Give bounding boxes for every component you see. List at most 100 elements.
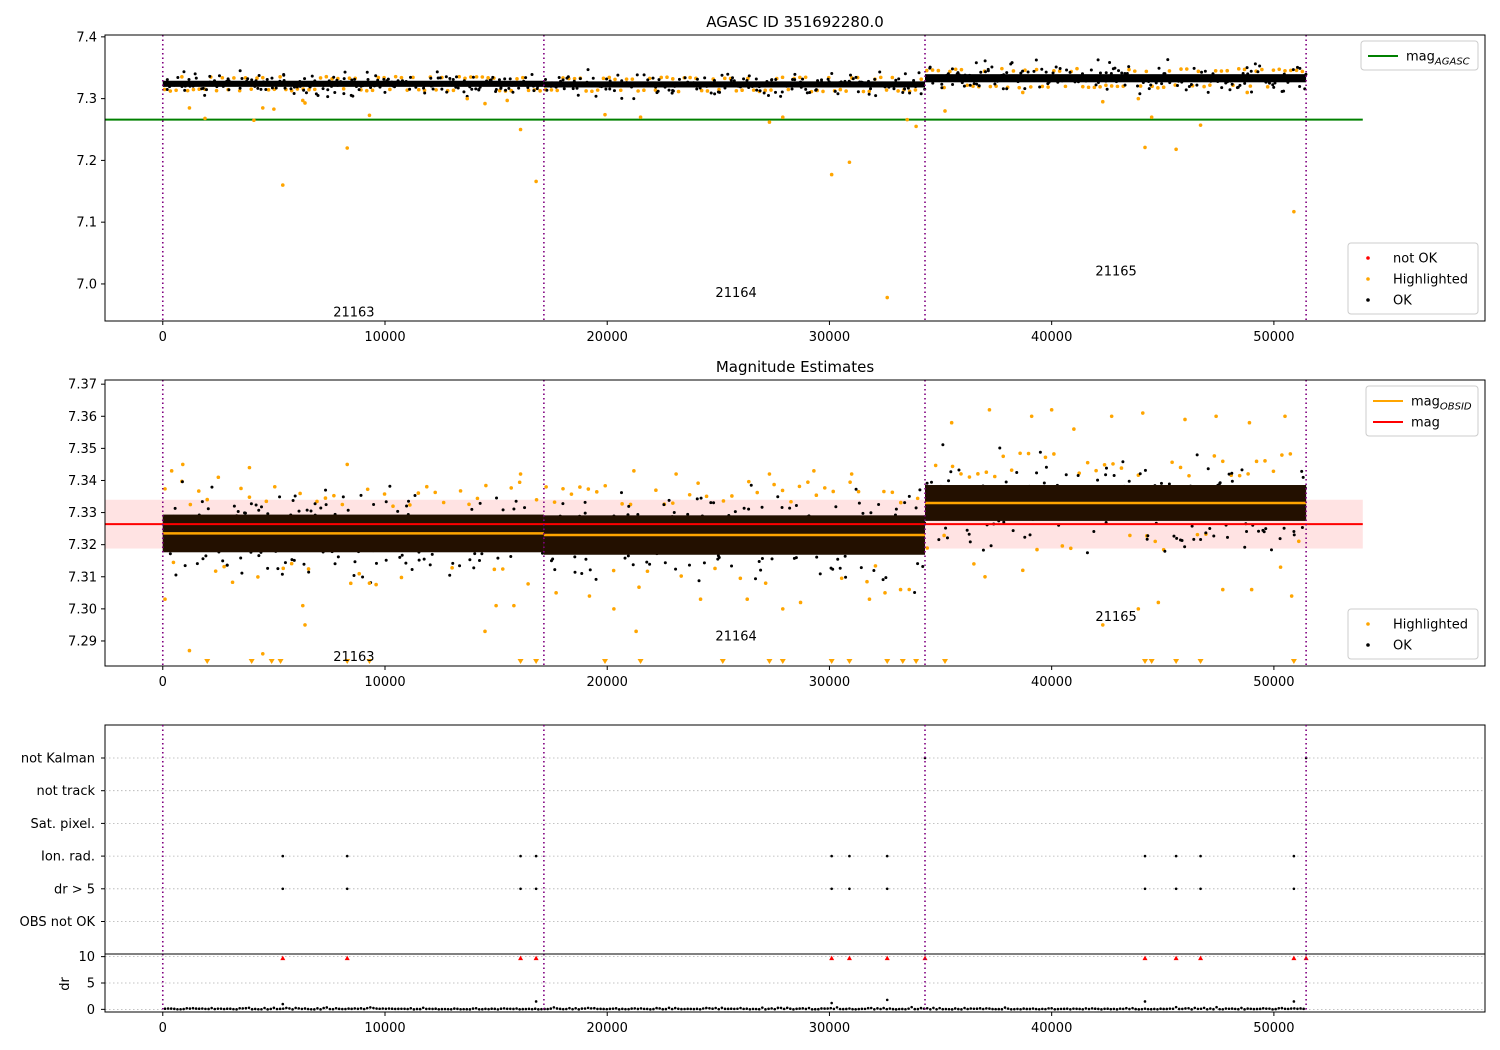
panel2-ok-point [201, 557, 205, 561]
panel2-clipped-marker [248, 659, 255, 664]
flag-row-label: not track [36, 784, 95, 799]
panel2-clipped-marker [899, 659, 906, 664]
panel2-highlighted-point [587, 594, 592, 598]
panel1-ok-point [250, 78, 254, 82]
panel1-highlighted-point [896, 89, 900, 93]
dr-point [991, 1007, 994, 1011]
panel2-highlighted-point [187, 648, 192, 653]
panel1-ok-point [861, 81, 865, 85]
panel1-ok-point [374, 74, 378, 78]
panel1-highlighted-point [416, 87, 421, 92]
panel1-ok-point [572, 79, 576, 83]
panel2-highlighted-point [289, 561, 294, 566]
dr-point [929, 1007, 932, 1011]
dr-point [334, 1006, 338, 1010]
panel2-ok-point [894, 507, 898, 511]
panel2-highlighted-point [1254, 459, 1259, 464]
panel2-ok-point [359, 493, 363, 497]
dr-point [901, 1007, 904, 1011]
panel1-ok-point [326, 95, 330, 99]
dr-point [487, 1007, 490, 1011]
panel2-highlighted-point [594, 490, 599, 494]
panel1-ok-point [1104, 79, 1108, 83]
panel1-ok-point [353, 77, 357, 81]
panel1-ok-point [404, 82, 408, 86]
panel1-ok-point [1286, 80, 1290, 84]
panel1-ok-point [485, 82, 489, 86]
dr-point [882, 1006, 885, 1010]
panel2-highlighted-point [492, 567, 497, 572]
dr-point [1112, 1007, 1116, 1011]
panel2-highlighted-point [1060, 544, 1065, 548]
panel1-ok-point [665, 81, 669, 85]
panel1-highlighted-point [1000, 66, 1004, 71]
panel2-highlighted-point [898, 500, 903, 505]
dr-point [421, 1006, 425, 1010]
dr-point [975, 1007, 979, 1011]
dr-point [1103, 1007, 1106, 1011]
dr-point [782, 1007, 786, 1011]
panel1-ok-point [249, 82, 253, 86]
dr-point [229, 1007, 232, 1011]
panel1-ok-point [1258, 64, 1262, 68]
dr-point [761, 1006, 764, 1009]
panel1-ok-point [754, 77, 758, 81]
dr-point [481, 1007, 484, 1011]
dr-point [1177, 1007, 1181, 1011]
dr-point [804, 1007, 808, 1011]
panel2-highlighted-point [1052, 452, 1056, 456]
dr-outlier-point [1292, 1000, 1296, 1003]
panel1-ok-point [1216, 79, 1220, 83]
panel1-highlighted-point [1156, 86, 1160, 90]
panel1-ok-point [470, 87, 474, 91]
panel1-ok-point [382, 77, 386, 81]
panel2-highlighted-point [1280, 453, 1284, 457]
panel1-highlighted-point [1174, 147, 1178, 152]
panel1-ok-point [508, 77, 512, 81]
panel2-highlighted-point [300, 603, 305, 608]
panel1-ok-point [1264, 80, 1268, 84]
panel1-highlighted-point [451, 88, 456, 93]
panel2-highlighted-point [1289, 594, 1294, 598]
panel2-ok-point [925, 481, 929, 485]
dr-point [1087, 1007, 1091, 1011]
panel1-ok-point [524, 76, 528, 80]
panel1-ok-point [975, 82, 979, 86]
panel1-ok-point [990, 65, 994, 69]
panel2-highlighted-point [925, 546, 930, 550]
panel2-highlighted-point [972, 562, 976, 566]
dr-point [1016, 1007, 1019, 1011]
panel1-ok-point [586, 68, 590, 72]
dr-point [630, 1007, 633, 1010]
flag-point [1143, 854, 1147, 858]
dr-point [963, 1006, 966, 1010]
panel1-ok-point [1220, 74, 1224, 78]
panel2-ok-point [1282, 526, 1286, 530]
dr-point [194, 1007, 198, 1010]
flag-point [1199, 854, 1202, 858]
panel2-ok-point [776, 495, 780, 499]
panel2-ok-point [1145, 537, 1149, 541]
panel2-ok-point [1038, 450, 1042, 454]
panel1-ok-point [193, 72, 197, 76]
dr-point [813, 1007, 817, 1011]
panel1-ok-point [726, 72, 730, 76]
panel1-ok-point [404, 80, 408, 84]
panel2-ok-point [512, 507, 516, 511]
panel1-ok-point [550, 81, 554, 85]
dr-point [222, 1007, 226, 1011]
panel1-ok-point [625, 81, 629, 85]
dr-point [471, 1007, 475, 1010]
panel1-ok-point [530, 73, 534, 77]
panel1-ok-point [448, 76, 452, 80]
panel1-ok-point [265, 77, 269, 81]
panel1-ok-point [632, 97, 636, 101]
panel1-plot-area [105, 35, 1363, 321]
panel2-ok-point [496, 556, 500, 560]
panel1-highlighted-point [624, 77, 629, 81]
panel1-ok-point [1127, 65, 1131, 69]
panel1-ok-point [591, 83, 595, 87]
panel1-ok-point [264, 87, 268, 91]
panel1-ok-point [322, 83, 326, 87]
panel1-ok-point [1087, 75, 1091, 79]
